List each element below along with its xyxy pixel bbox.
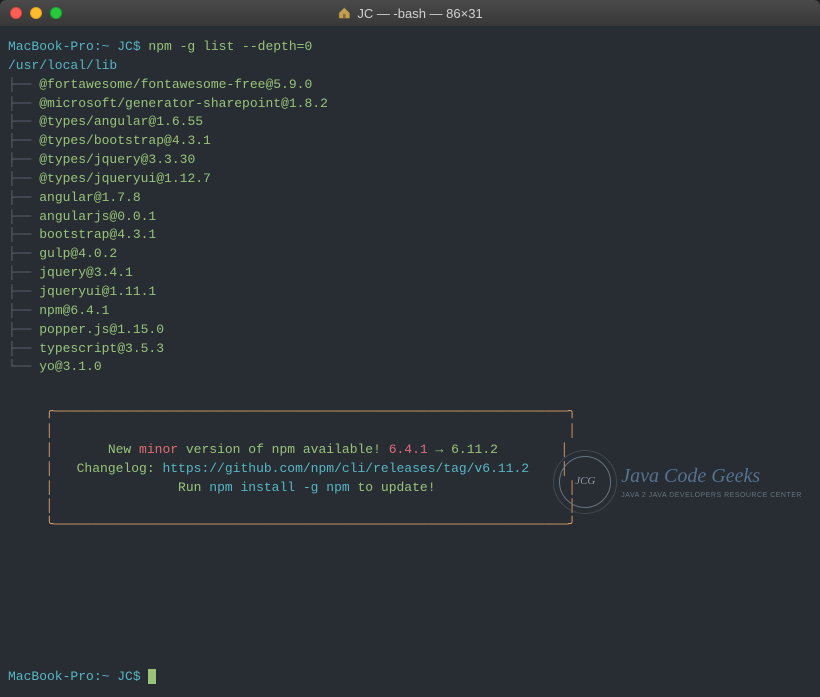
watermark-logo: JCG Java Code Geeks JAVA 2 JAVA DEVELOPE… <box>559 456 802 508</box>
window-title-text: JC — -bash — 86×31 <box>357 6 482 21</box>
minimize-icon[interactable] <box>30 7 42 19</box>
list-item: ├── @microsoft/generator-sharepoint@1.8.… <box>8 95 812 114</box>
list-item: └── yo@3.1.0 <box>8 358 812 377</box>
box-blank: │ │ <box>22 422 798 441</box>
list-item: ├── jquery@3.4.1 <box>8 264 812 283</box>
package-list: ├── @fortawesome/fontawesome-free@5.9.0├… <box>8 76 812 378</box>
terminal-body[interactable]: MacBook-Pro:~ JC$ npm -g list --depth=0 … <box>0 26 820 697</box>
jcg-text: Java Code Geeks JAVA 2 JAVA DEVELOPERS R… <box>621 462 802 501</box>
list-item: ├── @types/jqueryui@1.12.7 <box>8 170 812 189</box>
prompt-host: MacBook-Pro:~ JC$ <box>8 39 141 54</box>
list-item: ├── typescript@3.5.3 <box>8 340 812 359</box>
cursor-icon <box>148 669 156 684</box>
list-item: ├── @fortawesome/fontawesome-free@5.9.0 <box>8 76 812 95</box>
list-item: ├── npm@6.4.1 <box>8 302 812 321</box>
prompt-line: MacBook-Pro:~ JC$ npm -g list --depth=0 <box>8 38 812 57</box>
list-item: ├── popper.js@1.15.0 <box>8 321 812 340</box>
jcg-sub-text: JAVA 2 JAVA DEVELOPERS RESOURCE CENTER <box>621 491 802 501</box>
prompt-line-2: MacBook-Pro:~ JC$ <box>8 668 156 687</box>
list-item: ├── @types/jquery@3.3.30 <box>8 151 812 170</box>
list-item: ├── bootstrap@4.3.1 <box>8 226 812 245</box>
jcg-main-text: Java Code Geeks <box>621 462 802 491</box>
box-border-top: ╭───────────────────────────────────────… <box>22 403 798 422</box>
jcg-circle-icon: JCG <box>559 456 611 508</box>
traffic-lights <box>10 7 62 19</box>
maximize-icon[interactable] <box>50 7 62 19</box>
window-titlebar: JC — -bash — 86×31 <box>0 0 820 26</box>
list-item: ├── @types/angular@1.6.55 <box>8 113 812 132</box>
list-root: /usr/local/lib <box>8 57 812 76</box>
list-item: ├── gulp@4.0.2 <box>8 245 812 264</box>
list-item: ├── jqueryui@1.11.1 <box>8 283 812 302</box>
window-title: JC — -bash — 86×31 <box>337 6 482 21</box>
box-border-bottom: ╰───────────────────────────────────────… <box>22 516 798 535</box>
list-item: ├── angular@1.7.8 <box>8 189 812 208</box>
close-icon[interactable] <box>10 7 22 19</box>
command-text: npm -g list --depth=0 <box>141 39 313 54</box>
list-item: ├── @types/bootstrap@4.3.1 <box>8 132 812 151</box>
prompt-host: MacBook-Pro:~ JC$ <box>8 669 141 684</box>
home-icon <box>337 6 351 20</box>
list-item: ├── angularjs@0.0.1 <box>8 208 812 227</box>
